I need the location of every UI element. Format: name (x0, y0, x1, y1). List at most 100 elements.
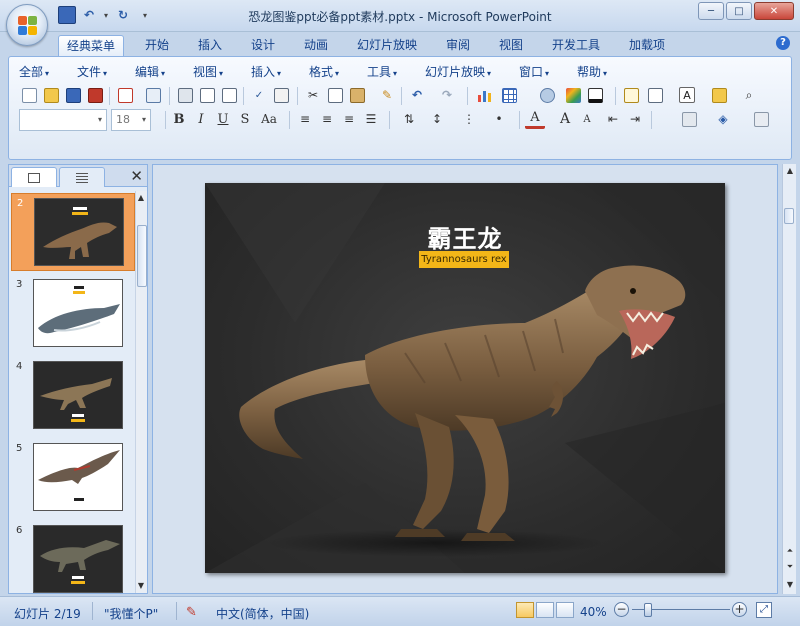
menu-window[interactable]: 窗口 ▾ (519, 63, 549, 80)
scroll-down-icon[interactable]: ▼ (783, 578, 797, 592)
email-icon[interactable] (115, 85, 135, 105)
menu-all[interactable]: 全部 ▾ (19, 63, 49, 80)
panel-close-icon[interactable]: ✕ (130, 167, 143, 185)
line-spacing-icon[interactable]: ↕ (427, 109, 447, 129)
zoom-level[interactable]: 40% (580, 605, 607, 619)
tab-insert[interactable]: 插入 (190, 35, 230, 56)
menu-help[interactable]: 帮助 ▾ (577, 63, 607, 80)
thumbnail-slide-5[interactable]: 5 (11, 439, 135, 517)
paste-icon[interactable] (347, 85, 367, 105)
justify-icon[interactable]: ☰ (361, 109, 381, 129)
office-button[interactable] (6, 4, 48, 46)
align-right-icon[interactable]: ≡ (339, 109, 359, 129)
tab-outline[interactable] (59, 167, 105, 187)
next-slide-icon[interactable]: ⏷ (783, 560, 797, 574)
thumbnail-slide-2[interactable]: 2 (11, 193, 135, 271)
tab-animation[interactable]: 动画 (296, 35, 336, 56)
bullets-icon[interactable]: • (489, 109, 509, 129)
spell-check-icon[interactable]: ✎ (186, 605, 197, 620)
scroll-up-icon[interactable]: ▲ (783, 164, 797, 178)
slideshow-view-button[interactable] (556, 602, 574, 618)
shadow-button[interactable]: S (235, 109, 255, 129)
menu-view[interactable]: 视图 ▾ (193, 63, 223, 80)
normal-view-button[interactable] (516, 602, 534, 618)
italic-button[interactable]: I (191, 109, 211, 129)
theme-name[interactable]: "我懂个P" (104, 605, 158, 622)
font-size-combo[interactable]: 18 ▾ (111, 109, 151, 131)
language-label[interactable]: 中文(简体，中国) (216, 605, 309, 622)
search-icon[interactable]: ⌕ (739, 85, 759, 105)
spelling-icon[interactable]: ✓ (249, 85, 269, 105)
redo-icon[interactable]: ↷ (437, 85, 457, 105)
copy-icon[interactable] (325, 85, 345, 105)
increase-indent-icon[interactable]: ⇥ (625, 109, 645, 129)
shrink-font-button[interactable]: A (577, 109, 597, 129)
minimize-button[interactable]: ─ (698, 2, 724, 20)
scrollbar-thumb[interactable] (137, 225, 147, 287)
fill-color-icon[interactable] (585, 85, 605, 105)
thumbnail-slide-3[interactable]: 3 (11, 275, 135, 353)
scroll-up-icon[interactable]: ▲ (135, 191, 147, 205)
thumbnail-slide-6[interactable]: 6 (11, 521, 135, 593)
scrollbar-thumb[interactable] (784, 208, 794, 224)
menu-file[interactable]: 文件 ▾ (77, 63, 107, 80)
menu-slideshow[interactable]: 幻灯片放映 ▾ (425, 63, 491, 80)
zoom-out-icon[interactable]: − (614, 602, 629, 617)
picture-icon[interactable] (537, 85, 557, 105)
print-preview-icon[interactable] (197, 85, 217, 105)
slide-sorter-button[interactable] (536, 602, 554, 618)
menu-insert[interactable]: 插入 ▾ (251, 63, 281, 80)
tab-design[interactable]: 设计 (243, 35, 283, 56)
tab-view[interactable]: 视图 (491, 35, 531, 56)
font-name-combo[interactable]: ▾ (19, 109, 107, 131)
undo-icon[interactable]: ↶ (407, 85, 427, 105)
tab-addins[interactable]: 加载项 (621, 35, 673, 56)
tab-slides[interactable] (11, 167, 57, 187)
shapes-icon[interactable]: ◈ (713, 109, 733, 129)
zoom-slider-knob[interactable] (644, 603, 653, 617)
fit-window-icon[interactable]: ⤢ (756, 602, 772, 618)
thumbnails-scrollbar[interactable]: ▲ ▼ (135, 191, 147, 593)
tab-developer[interactable]: 开发工具 (544, 35, 608, 56)
tab-review[interactable]: 审阅 (438, 35, 478, 56)
format-painter-icon[interactable]: ✎ (377, 85, 397, 105)
folder-icon[interactable] (709, 85, 729, 105)
color-icon[interactable] (563, 85, 583, 105)
slide-view-icon[interactable] (219, 85, 239, 105)
arrange-icon[interactable] (679, 109, 699, 129)
new-slide-icon[interactable] (621, 85, 641, 105)
tab-classic-menu[interactable]: 经典菜单 (58, 35, 125, 56)
font-color-button[interactable]: A (525, 109, 545, 129)
open-icon[interactable] (41, 85, 61, 105)
thumbnail-slide-4[interactable]: 4 (11, 357, 135, 435)
grow-font-button[interactable]: A (555, 109, 575, 129)
change-case-button[interactable]: Aa (257, 109, 281, 129)
table-icon[interactable] (499, 85, 519, 105)
print-icon[interactable] (175, 85, 195, 105)
tab-slideshow[interactable]: 幻灯片放映 (349, 35, 425, 56)
current-slide[interactable]: 霸王龙 Tyrannosaurs rex (205, 183, 725, 573)
permission-icon[interactable] (85, 85, 105, 105)
tab-home[interactable]: 开始 (137, 35, 177, 56)
textbox-icon[interactable]: A (679, 87, 695, 103)
underline-button[interactable]: U (213, 109, 233, 129)
close-button[interactable]: ✕ (754, 2, 794, 20)
numbering-icon[interactable]: ⋮ (459, 109, 479, 129)
menu-tools[interactable]: 工具 ▾ (367, 63, 397, 80)
align-left-icon[interactable]: ≡ (295, 109, 315, 129)
cut-icon[interactable]: ✂ (303, 85, 323, 105)
bold-button[interactable]: B (169, 109, 189, 129)
scroll-down-icon[interactable]: ▼ (135, 579, 147, 593)
layout-icon[interactable] (645, 85, 665, 105)
help-icon[interactable]: ? (776, 36, 790, 50)
menu-edit[interactable]: 编辑 ▾ (135, 63, 165, 80)
zoom-in-icon[interactable]: + (732, 602, 747, 617)
new-icon[interactable] (19, 85, 39, 105)
menu-format[interactable]: 格式 ▾ (309, 63, 339, 80)
slide-scrollbar[interactable]: ▲ ⏶ ⏷ ▼ (782, 164, 796, 594)
research-icon[interactable] (271, 85, 291, 105)
align-center-icon[interactable]: ≡ (317, 109, 337, 129)
text-direction-icon[interactable]: ⇅ (399, 109, 419, 129)
previous-slide-icon[interactable]: ⏶ (783, 544, 797, 558)
shape-outline-icon[interactable] (751, 109, 771, 129)
